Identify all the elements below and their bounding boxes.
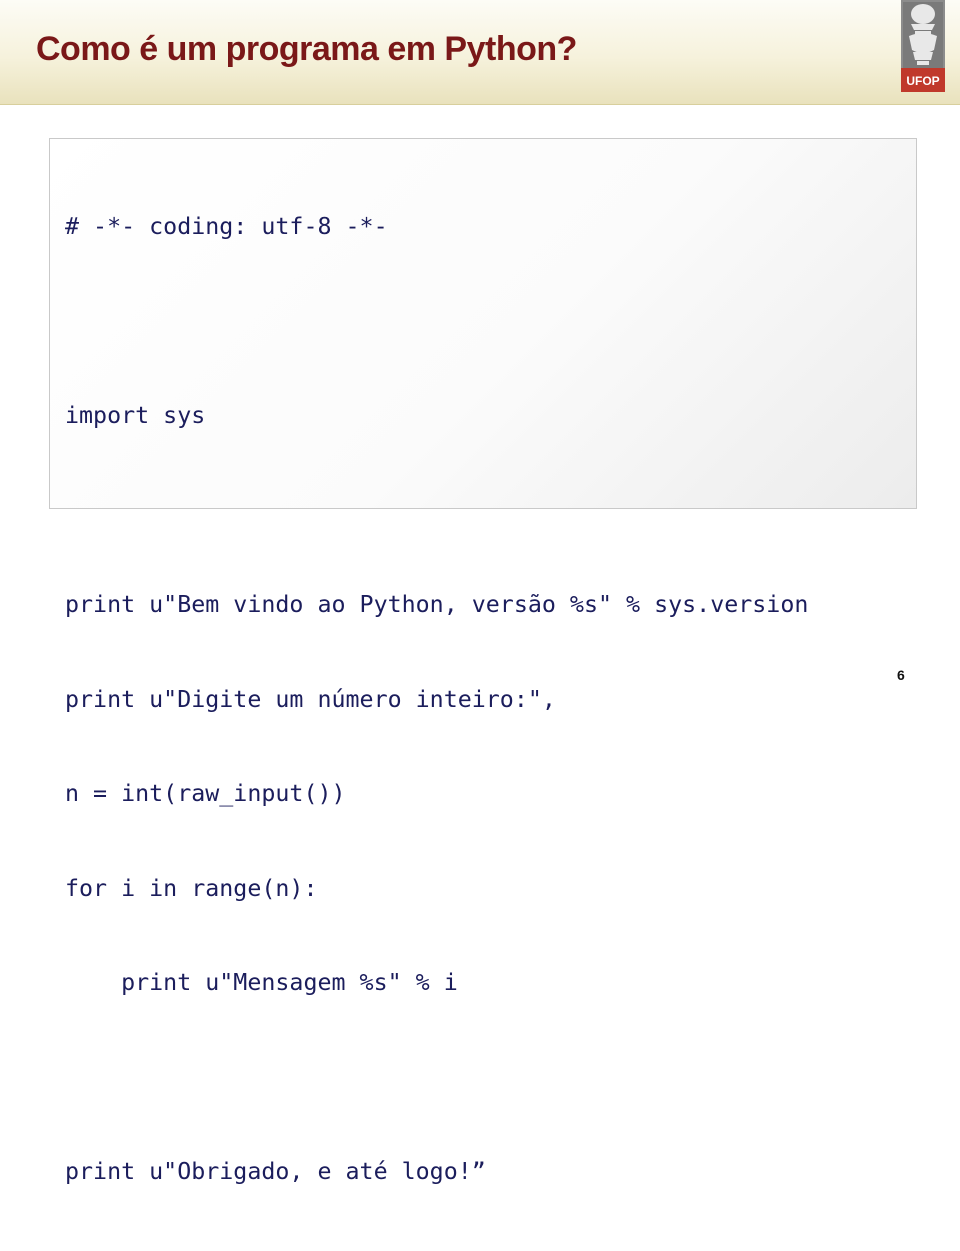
code-line: print u"Obrigado, e até logo!” bbox=[65, 1158, 486, 1185]
code-line: import sys bbox=[65, 402, 206, 429]
code-text: # -*- coding: utf-8 -*- import sys print… bbox=[65, 148, 808, 1251]
code-line: for i in range(n): bbox=[65, 874, 318, 902]
code-line: # -*- coding: utf-8 -*- bbox=[65, 213, 388, 240]
code-block: # -*- coding: utf-8 -*- import sys print… bbox=[49, 138, 917, 1185]
code-line: print u"Digite um número inteiro:", bbox=[65, 685, 556, 713]
ufop-logo: UFOP bbox=[901, 0, 945, 92]
code-line: print u"Bem vindo ao Python, versão %s" … bbox=[65, 591, 809, 618]
ufop-crest-icon: UFOP bbox=[901, 0, 945, 92]
slide-title: Como é um programa em Python? bbox=[36, 30, 577, 68]
page-number: 6 bbox=[897, 667, 905, 683]
code-line: print u"Mensagem %s" % i bbox=[65, 969, 458, 996]
code-line: n = int(raw_input()) bbox=[65, 780, 346, 807]
logo-text: UFOP bbox=[906, 74, 939, 88]
